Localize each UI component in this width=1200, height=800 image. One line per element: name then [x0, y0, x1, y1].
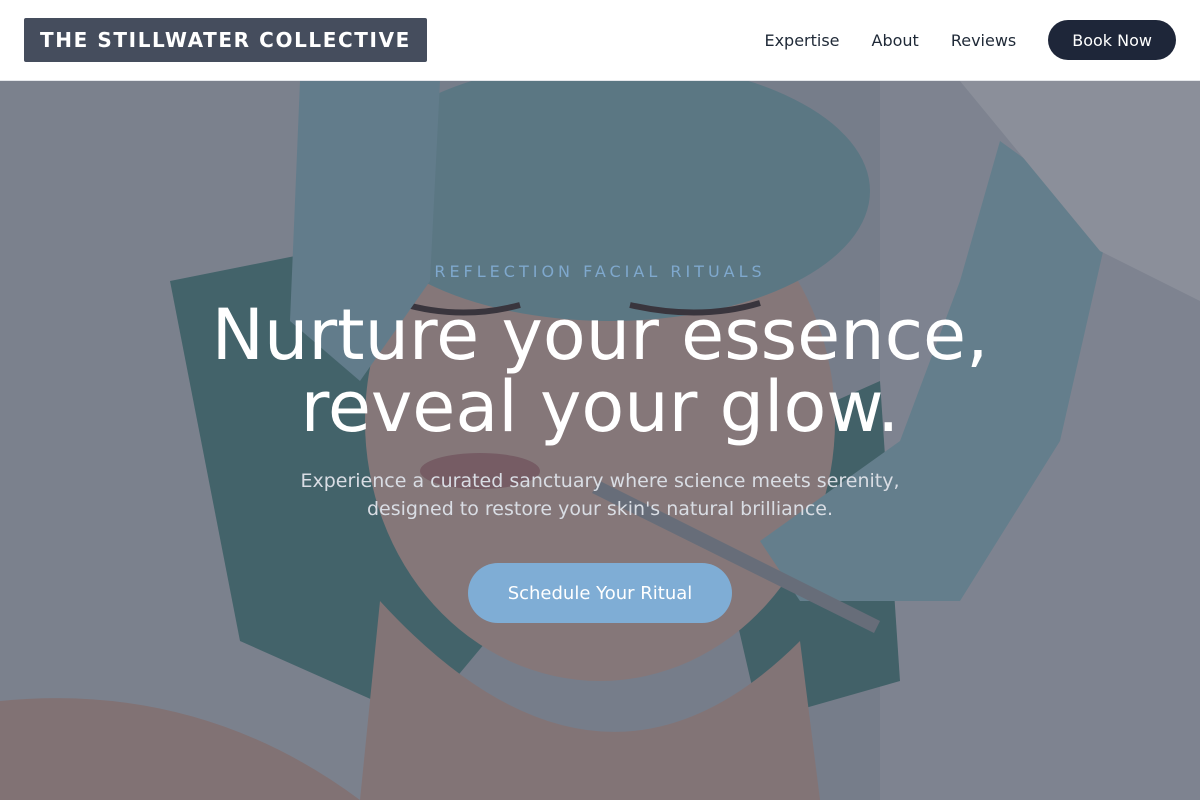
schedule-ritual-button[interactable]: Schedule Your Ritual — [468, 563, 732, 623]
hero-subtext-line-2: designed to restore your skin's natural … — [366, 498, 834, 520]
nav-link-expertise[interactable]: Expertise — [764, 31, 839, 50]
nav-link-reviews[interactable]: Reviews — [951, 31, 1016, 50]
hero-headline-line-2: reveal your glow. — [300, 366, 900, 448]
hero-subtext-line-1: Experience a curated sanctuary where sci… — [300, 470, 900, 492]
book-now-button[interactable]: Book Now — [1048, 20, 1176, 60]
hero-content: REFLECTION FACIAL RITUALS Nurture your e… — [0, 81, 1200, 800]
site-header: THE STILLWATER COLLECTIVE Expertise Abou… — [0, 0, 1200, 81]
hero-section: REFLECTION FACIAL RITUALS Nurture your e… — [0, 81, 1200, 800]
hero-headline: Nurture your essence, reveal your glow. — [100, 299, 1100, 443]
page: THE STILLWATER COLLECTIVE Expertise Abou… — [0, 0, 1200, 800]
hero-headline-line-1: Nurture your essence, — [211, 294, 989, 376]
hero-eyebrow: REFLECTION FACIAL RITUALS — [434, 262, 766, 281]
hero-subtext: Experience a curated sanctuary where sci… — [260, 467, 940, 523]
main-nav: Expertise About Reviews Book Now — [764, 20, 1176, 60]
brand-logo[interactable]: THE STILLWATER COLLECTIVE — [24, 18, 427, 62]
nav-link-about[interactable]: About — [872, 31, 919, 50]
